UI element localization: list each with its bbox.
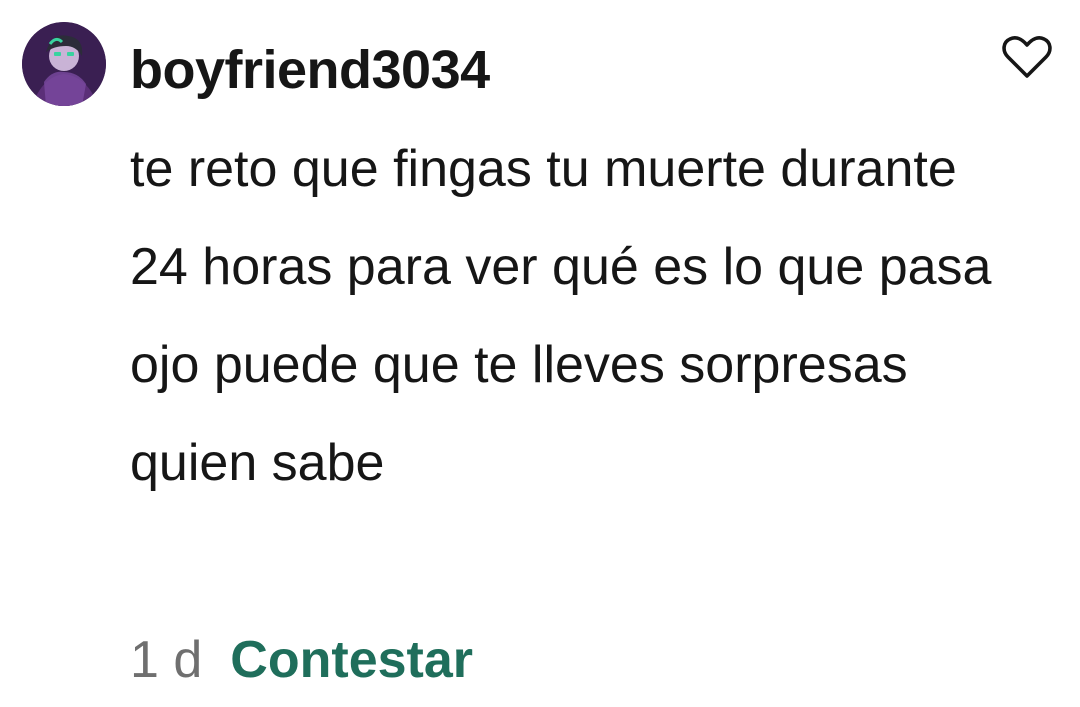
reply-button[interactable]: Contestar — [230, 622, 473, 698]
timestamp: 1 d — [130, 631, 203, 689]
comment-meta: 1 d Contestar — [130, 622, 473, 698]
avatar[interactable] — [22, 22, 106, 106]
comment-text: te reto que fingas tu muerte durante 24 … — [130, 140, 992, 492]
username[interactable]: boyfriend3034 — [130, 32, 490, 108]
avatar-image — [22, 22, 106, 106]
comment-item: boyfriend3034 te reto que fingas tu muer… — [0, 0, 1080, 707]
like-button[interactable] — [1000, 32, 1054, 82]
heart-outline-icon — [1002, 36, 1052, 78]
